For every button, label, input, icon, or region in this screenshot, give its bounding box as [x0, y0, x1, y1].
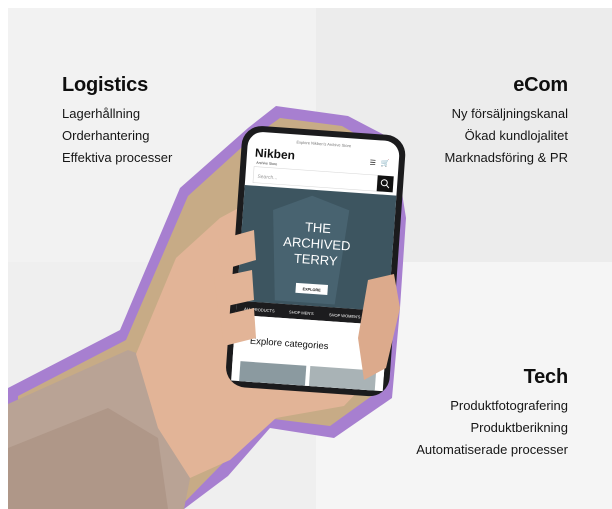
ecom-item: Marknadsföring & PR	[444, 150, 568, 165]
logistics-item: Lagerhållning	[62, 106, 141, 121]
phone-menu-icon[interactable]: ☰	[369, 160, 376, 167]
tech-item: Produktfotografering	[450, 398, 568, 413]
tech-title: Tech	[523, 366, 569, 388]
ecom-item: Ökad kundlojalitet	[464, 128, 568, 143]
ecom-item: Ny försäljningskanal	[451, 106, 568, 121]
logistics-title: Logistics	[62, 74, 148, 96]
phone-hero-line3: TERRY	[293, 251, 338, 269]
tech-item: Produktberikning	[470, 420, 568, 435]
tech-block: Tech Produktfotografering Produktberikni…	[416, 366, 568, 461]
logistics-item: Effektiva processer	[62, 150, 173, 165]
phone-search-button[interactable]	[376, 175, 394, 193]
logistics-block: Logistics Lagerhållning Orderhantering E…	[62, 74, 172, 169]
phone-hero-line1: THE	[304, 219, 331, 236]
ecom-title: eCom	[513, 74, 568, 96]
tech-item: Automatiserade processer	[416, 442, 568, 457]
logistics-item: Orderhantering	[62, 128, 150, 143]
phone-logo[interactable]: Nikben	[255, 146, 296, 163]
ecom-block: eCom Ny försäljningskanal Ökad kundlojal…	[444, 74, 568, 169]
canvas: Explore Nikben's Archive Store Nikben Ar…	[8, 8, 612, 509]
